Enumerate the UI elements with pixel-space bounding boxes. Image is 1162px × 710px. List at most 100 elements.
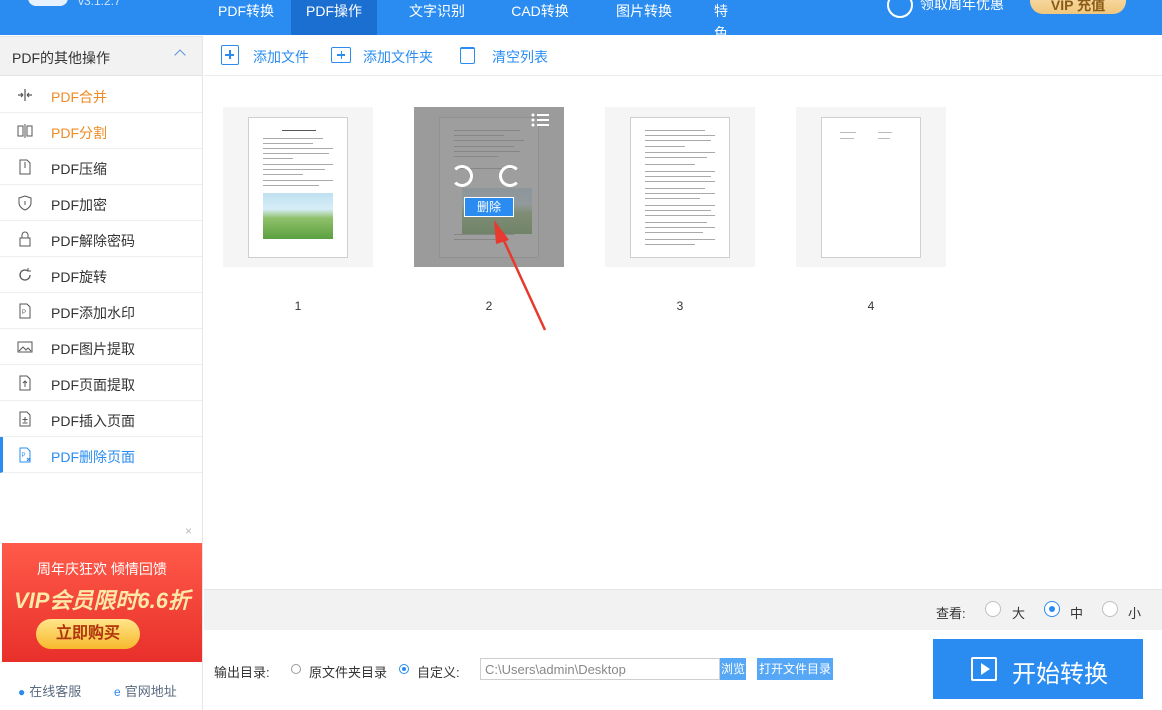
sidebar-item-label: PDF加密 <box>51 197 107 213</box>
output-dir-label: 输出目录: <box>214 665 270 680</box>
sidebar-item-pdf-page-extract[interactable]: PDF页面提取 <box>0 365 202 401</box>
sidebar-item-pdf-watermark[interactable]: P PDF添加水印 <box>0 293 202 329</box>
tab-cad-convert[interactable]: CAD转换 <box>500 0 580 35</box>
promo-banner[interactable]: 周年庆狂欢 倾情回馈 VIP会员限时6.6折 立即购买 <box>2 543 202 662</box>
tab-pdf-operations[interactable]: PDF操作 <box>291 0 377 35</box>
clear-list-label: 清空列表 <box>492 49 548 65</box>
rotate-left-icon[interactable] <box>451 165 473 187</box>
merge-icon <box>18 89 32 101</box>
start-convert-button[interactable]: 开始转换 <box>933 639 1143 699</box>
view-small-label: 小 <box>1128 606 1142 621</box>
page-thumbnail[interactable]: 4 <box>796 107 946 313</box>
page-number: 3 <box>676 299 684 313</box>
custom-folder-radio[interactable] <box>399 664 409 674</box>
delete-page-button[interactable]: 删除 <box>464 197 514 217</box>
vip-button[interactable]: VIP 充值 <box>1030 0 1126 14</box>
tab-image-convert[interactable]: 图片转换 <box>604 0 684 35</box>
svg-text:P: P <box>22 453 26 459</box>
promo-banner-line2: VIP会员限时6.6折 <box>13 588 191 613</box>
sidebar-item-label: PDF插入页面 <box>51 413 135 429</box>
sidebar-item-pdf-encrypt[interactable]: PDF加密 <box>0 185 202 221</box>
source-folder-radio[interactable] <box>291 664 301 674</box>
sidebar-item-label: PDF页面提取 <box>51 377 135 393</box>
page-insert-icon <box>19 411 31 427</box>
sidebar-item-label: PDF分割 <box>51 125 107 141</box>
online-support-label: 在线客服 <box>29 684 82 699</box>
page-number: 1 <box>294 299 302 313</box>
unlock-icon <box>19 231 31 247</box>
shield-icon <box>18 195 32 211</box>
ad-close-icon[interactable]: × <box>185 524 192 538</box>
chevron-up-icon[interactable] <box>174 49 186 61</box>
online-support-link[interactable]: ● 在线客服 <box>18 681 81 700</box>
tab-special-convert[interactable]: 特色转换 <box>714 0 730 102</box>
add-folder-icon <box>331 47 351 63</box>
page-extract-icon <box>19 375 31 391</box>
view-large-radio[interactable] <box>985 601 1001 617</box>
start-convert-label: 开始转换 <box>1012 661 1108 688</box>
open-folder-button[interactable]: 打开文件目录 <box>757 658 833 680</box>
page-thumbnail[interactable]: 1 <box>223 107 373 313</box>
custom-folder-label: 自定义: <box>417 665 460 680</box>
page-delete-icon: P <box>19 447 31 463</box>
menu-list-icon[interactable] <box>531 113 549 127</box>
sidebar-item-pdf-compress[interactable]: PDF压缩 <box>0 149 202 185</box>
tab-ocr[interactable]: 文字识别 <box>398 0 476 35</box>
top-nav-bar: v3.1.2.7 PDF转换 PDF操作 文字识别 CAD转换 图片转换 特色转… <box>0 0 1162 102</box>
sidebar-header[interactable]: PDF的其他操作 <box>0 36 202 76</box>
sidebar-item-label: PDF添加水印 <box>51 305 135 321</box>
sidebar-item-pdf-split[interactable]: PDF分割 <box>0 113 202 149</box>
app-logo <box>28 0 68 6</box>
svg-text:P: P <box>22 310 26 316</box>
app-version: v3.1.2.7 <box>78 0 121 8</box>
sidebar: PDF的其他操作 PDF合并 PDF分割 PDF压缩 PDF加密 PDF解除密码… <box>0 36 203 710</box>
rotate-right-icon[interactable] <box>499 165 521 187</box>
sidebar-item-pdf-page-delete[interactable]: P PDF删除页面 <box>0 437 202 473</box>
browse-button[interactable]: 浏览 <box>720 658 746 680</box>
page-thumbnail-hovered[interactable]: 删除 2 <box>414 107 564 313</box>
add-file-icon <box>221 45 239 65</box>
view-size-bar: 查看: 大 中 小 <box>204 589 1162 630</box>
compress-icon <box>19 159 31 175</box>
split-icon <box>17 124 33 138</box>
user-icon[interactable] <box>887 0 913 18</box>
tab-pdf-convert[interactable]: PDF转换 <box>208 0 284 35</box>
toolbar: 添加文件 添加文件夹 清空列表 <box>204 36 1162 76</box>
view-medium-radio[interactable] <box>1044 601 1060 617</box>
buy-now-button[interactable]: 立即购买 <box>36 619 140 649</box>
sidebar-title: PDF的其他操作 <box>12 50 110 66</box>
output-bar: 输出目录: 原文件夹目录 自定义: 浏览 打开文件目录 开始转换 <box>204 630 1162 710</box>
view-small-radio[interactable] <box>1102 601 1118 617</box>
sidebar-item-pdf-page-insert[interactable]: PDF插入页面 <box>0 401 202 437</box>
sidebar-item-label: PDF删除页面 <box>51 449 135 465</box>
play-icon <box>971 657 997 681</box>
view-large-label: 大 <box>1012 606 1026 621</box>
sidebar-item-label: PDF压缩 <box>51 161 107 177</box>
view-medium-label: 中 <box>1070 606 1084 621</box>
sidebar-item-label: PDF合并 <box>51 89 107 105</box>
sidebar-footer: ● 在线客服 e 官网地址 <box>0 681 202 701</box>
source-folder-label: 原文件夹目录 <box>309 665 388 680</box>
watermark-icon: P <box>19 303 31 319</box>
add-folder-label: 添加文件夹 <box>363 49 433 65</box>
output-path-input[interactable] <box>480 658 720 680</box>
support-icon: ● <box>18 685 26 699</box>
promo-banner-line1: 周年庆狂欢 倾情回馈 <box>37 561 167 577</box>
page-number: 4 <box>867 299 875 313</box>
rotate-icon <box>19 268 31 281</box>
browser-icon: e <box>114 685 121 699</box>
add-file-label: 添加文件 <box>253 49 309 65</box>
page-grid: 1 删除 2 3 4 <box>204 77 1162 589</box>
sidebar-item-pdf-unlock[interactable]: PDF解除密码 <box>0 221 202 257</box>
page-thumbnail[interactable]: 3 <box>605 107 755 313</box>
page-preview <box>630 117 730 258</box>
website-link[interactable]: e 官网地址 <box>114 681 177 700</box>
sidebar-item-pdf-rotate[interactable]: PDF旋转 <box>0 257 202 293</box>
promo-link[interactable]: 领取周年优惠 <box>920 0 1004 14</box>
sidebar-item-pdf-merge[interactable]: PDF合并 <box>0 77 202 113</box>
sidebar-item-pdf-image-extract[interactable]: PDF图片提取 <box>0 329 202 365</box>
page-preview <box>248 117 348 258</box>
sidebar-item-label: PDF解除密码 <box>51 233 135 249</box>
trash-icon <box>460 47 475 64</box>
page-photo <box>263 193 333 239</box>
